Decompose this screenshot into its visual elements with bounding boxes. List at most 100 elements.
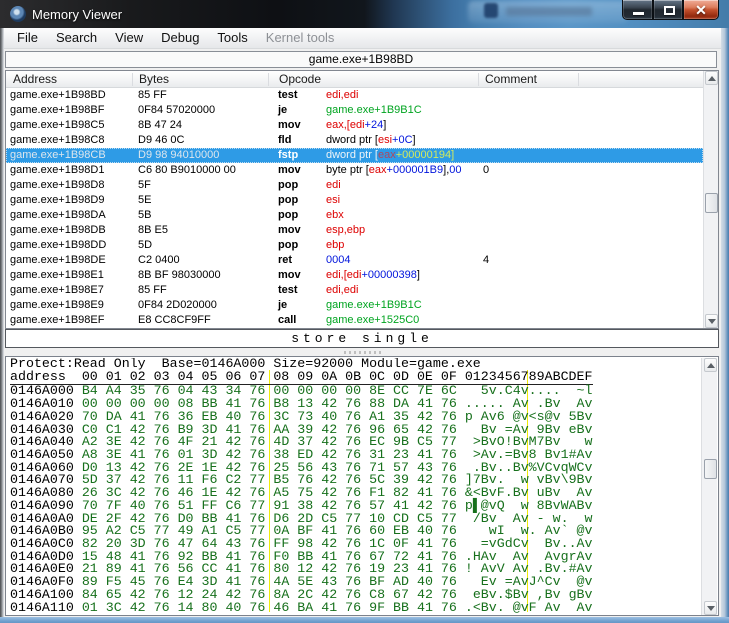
instruction-bytes: C6 80 B9010000 00 [138,163,236,178]
instruction-operands: game.exe+1B9B1C [326,103,422,118]
disasm-row[interactable]: game.exe+1B98DEC2 0400ret00044 [6,253,703,268]
arrow-down-icon [707,606,715,611]
disasm-row[interactable]: game.exe+1B98E90F84 2D020000jegame.exe+1… [6,298,703,313]
disasm-row[interactable]: game.exe+1B98DD 5D pop ebp [6,238,703,253]
hex-address: 0146A110 [10,600,82,614]
instruction-address: game.exe+1B98DD [10,238,106,253]
cheat-engine-icon [10,6,26,22]
instruction-bytes: E8 CC8CF9FF [138,313,211,328]
minimize-icon [633,12,644,15]
disassembly-table: Address Bytes Opcode Comment game.exe+1B… [5,70,719,329]
disasm-row[interactable]: game.exe+1B98DA5Bpopebx [6,208,703,223]
scrollbar-thumb[interactable] [705,193,718,213]
close-button[interactable]: ✕ [683,0,719,20]
column-header-address[interactable]: Address [13,72,57,87]
instruction-mnemonic: ret [278,253,292,268]
menu-view[interactable]: View [106,28,152,48]
instruction-bytes: 5E [138,193,151,208]
instruction-operands: edi,edi [326,283,358,298]
disassembly-rows: game.exe+1B98BD85 FFtestedi,edigame.exe+… [6,88,703,328]
instruction-mnemonic: test [278,283,298,298]
window-frame-bottom [0,617,729,623]
menu-debug[interactable]: Debug [152,28,208,48]
instruction-address: game.exe+1B98E1 [10,268,104,283]
instruction-operands: edi,edi [326,88,358,103]
instruction-address: game.exe+1B98C5 [10,118,104,133]
scroll-up-button[interactable] [704,358,717,372]
instruction-mnemonic: fstp [278,148,298,163]
current-address-bar: game.exe+1B98BD [5,51,717,68]
disasm-row[interactable]: game.exe+1B98DB8B E5movesp,ebp [6,223,703,238]
instruction-operands: byte ptr [eax+000001B9],00 [326,163,462,178]
disasm-row[interactable]: game.exe+1B98C8D9 46 0Cflddword ptr [esi… [6,133,703,148]
disasm-row[interactable]: game.exe+1B98E785 FFtestedi,edi [6,283,703,298]
instruction-mnemonic: call [278,313,296,328]
instruction-mnemonic: pop [278,238,298,253]
column-header-opcode[interactable]: Opcode [279,72,321,87]
menu-search[interactable]: Search [47,28,106,48]
scroll-down-button[interactable] [704,601,717,615]
instruction-address: game.exe+1B98E9 [10,298,104,313]
disasm-row[interactable]: game.exe+1B98EFE8 CC8CF9FFcallgame.exe+1… [6,313,703,328]
instruction-address: game.exe+1B98DB [10,223,106,238]
scrollbar-thumb[interactable] [704,459,717,479]
instruction-mnemonic: mov [278,268,301,283]
instruction-address: game.exe+1B98BF [10,103,104,118]
instruction-bytes: 5F [138,178,151,193]
instruction-address: game.exe+1B98D8 [10,178,104,193]
hex-row[interactable]: 0146A110 01 3C 42 76 14 80 40 76 46 BA 4… [10,602,700,614]
instruction-bytes: 5D [138,238,152,253]
instruction-address: game.exe+1B98DA [10,208,106,223]
instruction-address: game.exe+1B98CB [10,148,106,163]
instruction-address: game.exe+1B98C8 [10,133,104,148]
column-separator [268,73,269,86]
scroll-down-button[interactable] [705,314,718,328]
disasm-row[interactable]: game.exe+1B98D1C6 80 B9010000 00movbyte … [6,163,703,178]
instruction-bytes: D9 98 94010000 [138,148,219,163]
column-header-comment[interactable]: Comment [485,72,537,87]
disasm-row[interactable]: game.exe+1B98D85Fpopedi [6,178,703,193]
disasm-row[interactable]: game.exe+1B98E18B BF 98030000movedi,[edi… [6,268,703,283]
instruction-operands: ebp [326,238,344,253]
menu-tools[interactable]: Tools [208,28,256,48]
instruction-mnemonic: pop [278,193,298,208]
disasm-row[interactable]: game.exe+1B98BF0F84 57020000jegame.exe+1… [6,103,703,118]
disasm-row[interactable]: game.exe+1B98C58B 47 24moveax,[edi+24] [6,118,703,133]
menu-kernel-tools[interactable]: Kernel tools [257,28,344,48]
hex-scrollbar[interactable] [701,358,717,615]
maximize-icon [664,6,675,15]
disasm-row[interactable]: game.exe+1B98BD85 FFtestedi,edi [6,88,703,103]
menu-file[interactable]: File [8,28,47,48]
column-header-bytes[interactable]: Bytes [139,72,169,87]
instruction-operands: eax,[edi+24] [326,118,386,133]
client-area: FileSearchViewDebugToolsKernel tools gam… [4,28,721,617]
instruction-operands: dword ptr [esi+0C] [326,133,416,148]
minimize-button[interactable] [622,0,653,20]
instruction-bytes: 5B [138,208,151,223]
maximize-button[interactable] [653,0,683,20]
disassembly-scrollbar[interactable] [703,71,718,328]
scroll-up-button[interactable] [705,71,718,85]
instruction-comment: 0 [483,163,489,178]
disassembly-header: Address Bytes Opcode Comment [6,71,718,88]
disasm-row[interactable]: game.exe+1B98CB D9 98 94010000 fstp dword p… [6,148,703,163]
instruction-bytes: D9 46 0C [138,133,184,148]
instruction-address: game.exe+1B98DE [10,253,106,268]
instruction-bytes: 0F84 2D020000 [138,298,217,313]
instruction-info-bar: store single [5,329,719,348]
background-window-title [506,7,592,16]
instruction-operands: dword ptr [eax+00000194] [326,148,454,163]
window-title: Memory Viewer [32,7,122,22]
instruction-address: game.exe+1B98BD [10,88,106,103]
arrow-up-icon [708,76,716,81]
instruction-address: game.exe+1B98D9 [10,193,104,208]
instruction-bytes: 8B BF 98030000 [138,268,221,283]
instruction-operands: edi [326,178,341,193]
disasm-row[interactable]: game.exe+1B98D95Epopesi [6,193,703,208]
instruction-bytes: 8B 47 24 [138,118,182,133]
instruction-operands: 0004 [326,253,350,268]
hex-view-panel: Protect:Read Only Base=0146A000 Size=920… [5,356,719,616]
instruction-mnemonic: mov [278,223,301,238]
splitter-grip[interactable] [344,351,382,354]
instruction-bytes: 0F84 57020000 [138,103,215,118]
